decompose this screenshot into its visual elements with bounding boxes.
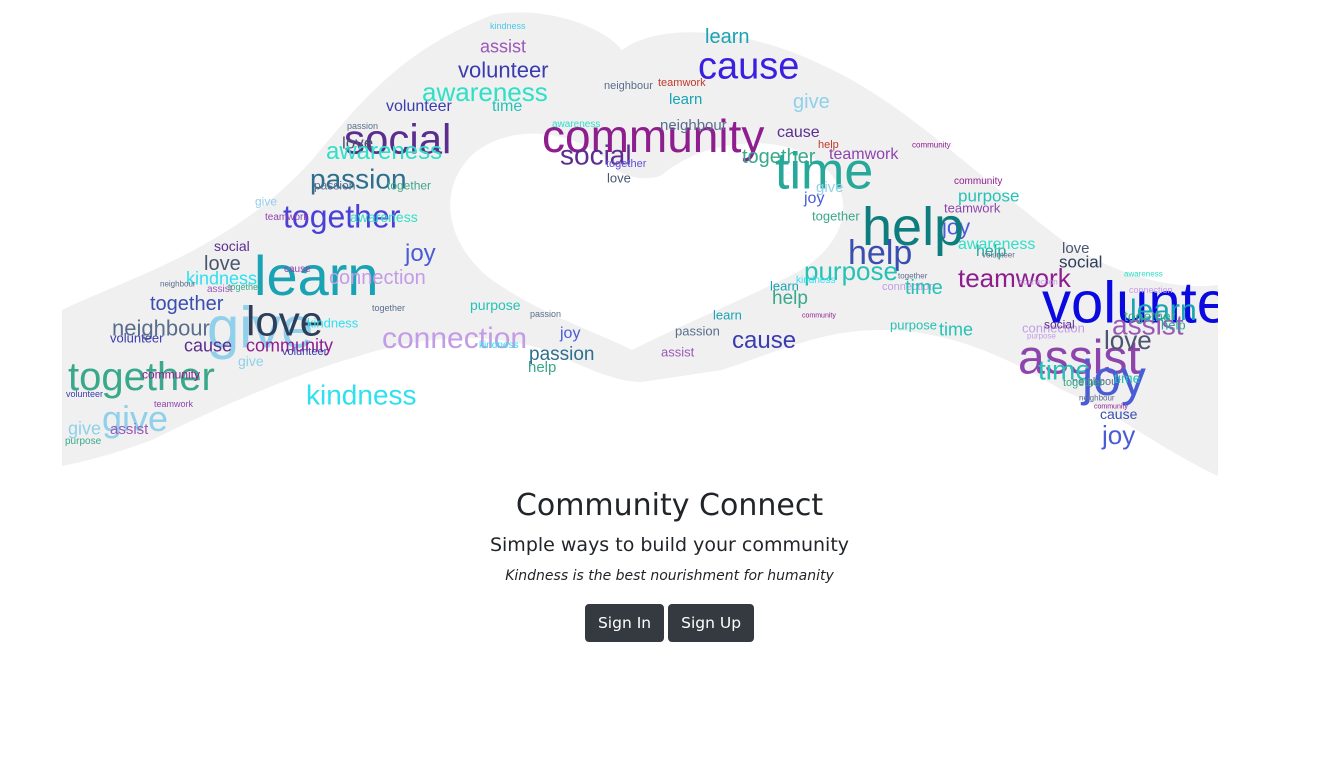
cloud-word-give: give (816, 179, 844, 196)
page-title: Community Connect (515, 488, 824, 523)
cloud-word-volunteer: volunteer (110, 330, 164, 345)
cloud-word-volunteer: volunteer (66, 389, 103, 399)
cloud-word-purpose: purpose (470, 297, 521, 313)
cloud-word-volunteer: volunteer (282, 346, 328, 358)
cloud-word-cause: cause (284, 264, 311, 275)
cloud-word-joy: joy (1101, 420, 1135, 450)
cloud-word-social: social (1044, 318, 1075, 332)
cloud-word-give: give (793, 91, 830, 113)
cloud-word-neighbour: neighbour (160, 279, 196, 288)
hero-word-cloud-image: kindness assist volunteer awareness neighbou… (62, 10, 1218, 476)
cloud-word-kindness: kindness (490, 21, 526, 31)
cloud-word-joy: joy (559, 325, 580, 342)
cloud-word-social: social (214, 238, 250, 254)
cloud-word-time: time (492, 98, 522, 115)
cloud-word-assist: assist (480, 36, 526, 56)
cloud-word-help: help (772, 288, 808, 309)
cloud-word-joy: joy (404, 240, 436, 267)
cloud-word-purpose: purpose (890, 317, 937, 332)
auth-actions: Sign In Sign Up (0, 604, 1339, 642)
cloud-word-awareness: awareness (326, 138, 442, 165)
cloud-word-assist: assist (110, 421, 149, 438)
cloud-word-cause: cause (1100, 406, 1138, 422)
cloud-word-neighbour: neighbour (1079, 393, 1115, 402)
cloud-word-awareness: awareness (350, 209, 418, 225)
page-subtitle: Simple ways to build your community (489, 534, 850, 556)
cloud-word-connection: connection (329, 267, 426, 289)
cloud-word-cause: cause (777, 124, 820, 141)
cloud-word-cause: cause (732, 327, 796, 354)
cloud-word-together: together (387, 179, 431, 193)
cloud-word-awareness: awareness (552, 119, 600, 130)
cloud-word-together: together (606, 158, 647, 170)
cloud-word-time: time (1114, 370, 1141, 386)
cloud-word-time: time (905, 277, 943, 299)
cloud-word-volunteer: volunteer (386, 98, 452, 115)
cloud-word-kindness: kindness (306, 379, 417, 410)
cloud-word-assist: assist (661, 344, 695, 359)
cloud-word-cause: cause (184, 335, 232, 355)
cloud-word-connection: connection (1129, 285, 1173, 295)
word-cloud-graphic: kindness assist volunteer awareness neighbou… (62, 12, 1218, 476)
tagline: Kindness is the best nourishment for hum… (505, 568, 834, 584)
cloud-word-together: together (228, 282, 261, 292)
cloud-word-love: love (607, 170, 631, 185)
cloud-word-cause: cause (698, 45, 799, 87)
cloud-word-passion: passion (675, 323, 720, 338)
cloud-word-teamwork: teamwork (265, 212, 309, 223)
cloud-word-together: together (1063, 377, 1104, 389)
cloud-word-community: community (142, 368, 200, 382)
cloud-word-learn: learn (669, 91, 702, 108)
cloud-word-learn: learn (713, 307, 742, 322)
cloud-word-neighbour: neighbour (660, 117, 727, 134)
cloud-word-passion: passion (314, 179, 355, 193)
cloud-word-help: help (528, 359, 556, 376)
cloud-word-purpose: purpose (65, 436, 102, 447)
cloud-word-purpose: purpose (1027, 331, 1056, 340)
cloud-word-teamwork: teamwork (154, 399, 194, 409)
cloud-word-neighbour: neighbour (604, 80, 653, 92)
cloud-word-awareness: awareness (958, 236, 1035, 253)
sign-up-button[interactable]: Sign Up (668, 604, 755, 642)
cloud-word-community: community (954, 176, 1002, 187)
cloud-word-kindness: kindness (307, 315, 359, 330)
cloud-word-passion: passion (347, 121, 378, 131)
cloud-word-together: together (1124, 308, 1176, 324)
cloud-word-together: together (372, 303, 405, 313)
cloud-word-community: community (912, 140, 951, 149)
cloud-word-kindness: kindness (479, 340, 518, 351)
cloud-word-passion: passion (530, 309, 561, 319)
cloud-word-give: give (255, 195, 277, 209)
sign-in-button[interactable]: Sign In (584, 604, 665, 642)
cloud-word-give: give (238, 353, 264, 369)
cloud-word-social: social (1059, 253, 1102, 272)
cloud-word-teamwork: teamwork (658, 77, 706, 89)
cloud-word-community: community (802, 313, 836, 320)
cloud-word-together: together (812, 208, 860, 223)
cloud-word-kindness: kindness (796, 275, 835, 286)
cloud-word-time: time (939, 319, 973, 339)
